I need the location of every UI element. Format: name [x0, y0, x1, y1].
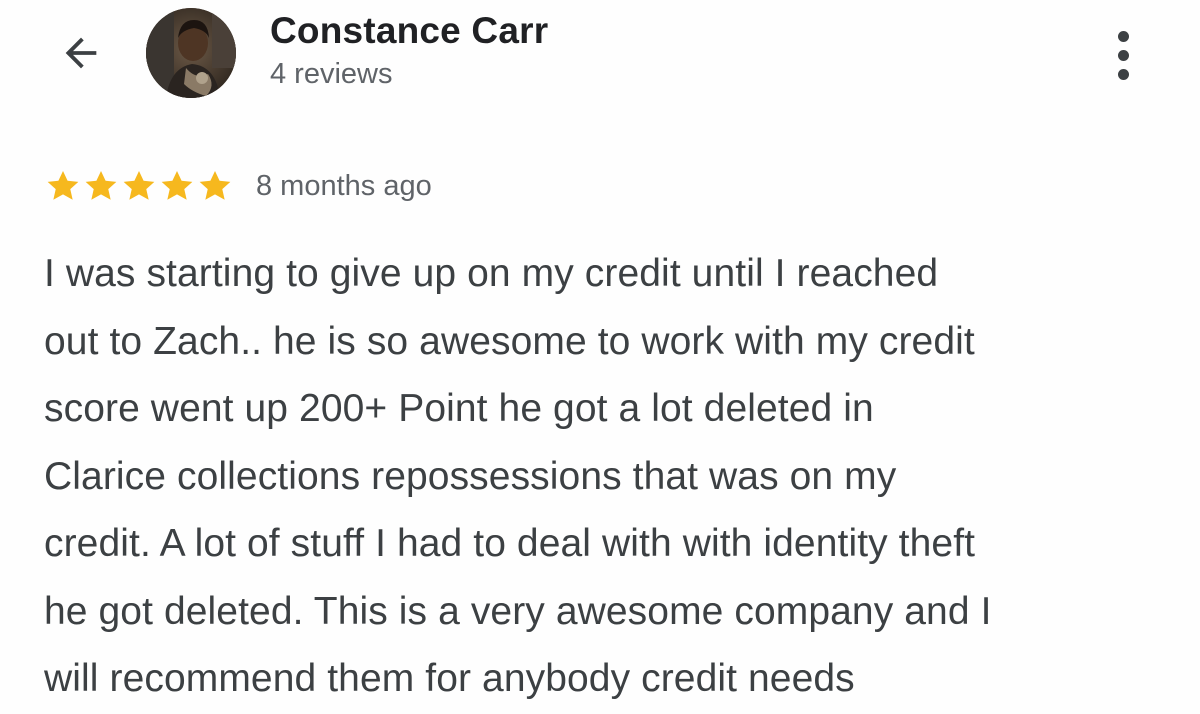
more-vert-icon [1117, 68, 1129, 80]
arrow-left-icon [65, 37, 97, 69]
star-icon [199, 170, 231, 200]
review-text-line: Clarice collections repossessions that w… [44, 454, 897, 498]
review-text-line: credit. A lot of stuff I had to deal wit… [44, 522, 976, 565]
review-text-line: out to Zach.. he is so awesome to work w… [44, 319, 975, 363]
review-time: 8 months ago [256, 169, 432, 202]
more-vert-icon [1117, 30, 1129, 42]
review-text-line: he got deleted. This is a very awesome c… [44, 589, 992, 633]
review-text-line: score went up 200+ Point he got a lot de… [44, 387, 874, 430]
review-text: I was starting to give up on my credit u… [44, 240, 1164, 713]
back-button[interactable] [50, 22, 112, 84]
rating-row: 8 months ago [44, 164, 432, 208]
star-icon [85, 170, 117, 200]
user-avatar-photo [146, 8, 236, 98]
reviews-count[interactable]: 4 reviews [270, 58, 393, 91]
reviewer-name[interactable]: Constance Carr [270, 10, 548, 52]
reviewer-header: Constance Carr 4 reviews [0, 0, 1200, 120]
star-icon [161, 170, 193, 200]
review-text-line: will recommend them for anybody credit n… [44, 657, 855, 700]
star-icon [123, 170, 155, 200]
avatar[interactable] [146, 8, 236, 98]
more-vert-icon [1117, 49, 1129, 61]
star-icon [47, 170, 79, 200]
star-rating [44, 167, 234, 205]
review-detail-page: Constance Carr 4 reviews 8 months ago I … [0, 0, 1200, 714]
more-options-button[interactable] [1100, 22, 1146, 88]
review-text-line: I was starting to give up on my credit u… [44, 252, 939, 295]
